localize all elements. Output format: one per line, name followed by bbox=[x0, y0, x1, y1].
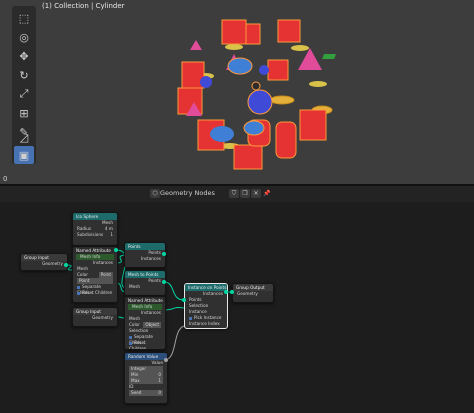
output-geometry: Geometry bbox=[92, 315, 113, 320]
socket[interactable] bbox=[182, 298, 186, 302]
sphere-instance bbox=[200, 76, 212, 88]
measure-icon[interactable]: ◿ bbox=[14, 128, 34, 146]
plane-instance bbox=[322, 54, 336, 59]
cone-instance bbox=[298, 48, 322, 70]
move-icon[interactable]: ✥ bbox=[14, 47, 34, 65]
node-instance-on-points[interactable]: Instance on Points Instances Points Sele… bbox=[184, 283, 228, 329]
torus-instance bbox=[269, 95, 295, 105]
socket[interactable] bbox=[230, 290, 234, 294]
socket[interactable] bbox=[164, 358, 168, 362]
cube-instance bbox=[299, 109, 327, 141]
torus-instance bbox=[291, 45, 309, 51]
cylinder-instance bbox=[245, 23, 261, 45]
node-random-value[interactable]: Random Value Value Integer Min 0 Max 1 ID … bbox=[124, 352, 168, 404]
node-header: Named Attribute bbox=[73, 247, 117, 254]
sphere-instance bbox=[247, 89, 273, 115]
node-group-output[interactable]: Group Output Geometry bbox=[232, 283, 274, 303]
node-named-attribute[interactable]: Named Attribute Mesh Info Instances Mesh… bbox=[72, 246, 118, 303]
torus-instance bbox=[309, 81, 327, 87]
node-mesh-to-points[interactable]: Mesh to Points Points Mesh bbox=[124, 270, 166, 296]
torus-instance bbox=[225, 44, 243, 50]
node-ico-sphere[interactable]: Ico Sphere Mesh Radius 4 m Subdivisions 1 bbox=[72, 212, 118, 246]
shield-icon[interactable]: ⛉ bbox=[229, 189, 239, 198]
reset-children-checkbox[interactable]: Reset Children bbox=[125, 340, 165, 349]
3d-viewport[interactable]: ⬚ ◎ ✥ ↻ ⤢ ⊞ ✎ 📐 ◿ ▣ (1) Collection | Cyl… bbox=[0, 0, 474, 184]
node-header: Points bbox=[125, 243, 165, 250]
transform-icon[interactable]: ⊞ bbox=[14, 104, 34, 122]
frame-number: 0 bbox=[3, 175, 8, 183]
socket[interactable] bbox=[224, 290, 228, 294]
node-editor-header: ⬡ Geometry Nodes ⛉ ❐ ✕ 📌 bbox=[0, 186, 474, 202]
viewport-title: (1) Collection | Cylinder bbox=[42, 2, 125, 10]
cylinder-instance bbox=[275, 121, 297, 159]
socket[interactable] bbox=[162, 252, 166, 256]
cube-instance bbox=[277, 19, 301, 43]
output-instances: Instances bbox=[141, 256, 161, 261]
origin-icon bbox=[251, 81, 261, 91]
cube-instance bbox=[267, 59, 289, 81]
monkey-instance bbox=[210, 126, 234, 142]
input-mesh: Mesh bbox=[129, 284, 141, 289]
unlink-icon[interactable]: ✕ bbox=[251, 189, 261, 198]
select-box-icon[interactable]: ⬚ bbox=[14, 9, 34, 27]
reset-children-checkbox[interactable]: Reset Children bbox=[73, 290, 117, 296]
node-header: Random Value bbox=[125, 353, 167, 360]
node-named-attribute-2[interactable]: Named Attribute Mesh Info Instances Mesh… bbox=[124, 296, 166, 350]
node-header: Group Input bbox=[21, 254, 67, 261]
socket[interactable] bbox=[162, 280, 166, 284]
cursor-icon[interactable]: ◎ bbox=[14, 28, 34, 46]
node-group-input-2[interactable]: Group Input Geometry bbox=[72, 307, 118, 327]
node-header: Instance on Points bbox=[185, 284, 227, 291]
duplicate-icon[interactable]: ❐ bbox=[240, 189, 250, 198]
node-points[interactable]: Points Points Instances bbox=[124, 242, 166, 268]
scene-instances[interactable] bbox=[150, 10, 370, 180]
sphere-instance bbox=[259, 65, 269, 75]
cone-instance bbox=[190, 40, 202, 50]
scale-icon[interactable]: ⤢ bbox=[14, 85, 34, 103]
node-tree-icon[interactable]: ⬡ bbox=[150, 189, 160, 198]
input-instance-index: Instance Index bbox=[189, 321, 220, 326]
monkey-instance bbox=[243, 120, 265, 136]
rotate-icon[interactable]: ↻ bbox=[14, 66, 34, 84]
node-header: Named Attribute bbox=[125, 297, 165, 304]
socket[interactable] bbox=[114, 248, 118, 252]
node-group-input[interactable]: Group Input Geometry bbox=[20, 253, 68, 271]
add-cube-icon[interactable]: ▣ bbox=[14, 146, 34, 164]
cube-instance bbox=[221, 19, 247, 45]
cube-instance bbox=[233, 144, 263, 170]
node-header: Mesh to Points bbox=[125, 271, 165, 278]
node-header: Group Input bbox=[73, 308, 117, 315]
socket[interactable] bbox=[64, 263, 68, 267]
pin-icon[interactable]: 📌 bbox=[262, 189, 272, 198]
input-geometry: Geometry bbox=[237, 291, 258, 296]
node-tree-name[interactable]: Geometry Nodes bbox=[160, 189, 215, 197]
subdivisions-field[interactable]: Subdivisions 1 bbox=[73, 232, 117, 238]
seed-field[interactable]: Seed 0 bbox=[125, 390, 167, 396]
node-header: Ico Sphere bbox=[73, 213, 117, 220]
output-geometry: Geometry bbox=[42, 261, 63, 266]
monkey-instance bbox=[227, 57, 253, 75]
node-header: Group Output bbox=[233, 284, 273, 291]
